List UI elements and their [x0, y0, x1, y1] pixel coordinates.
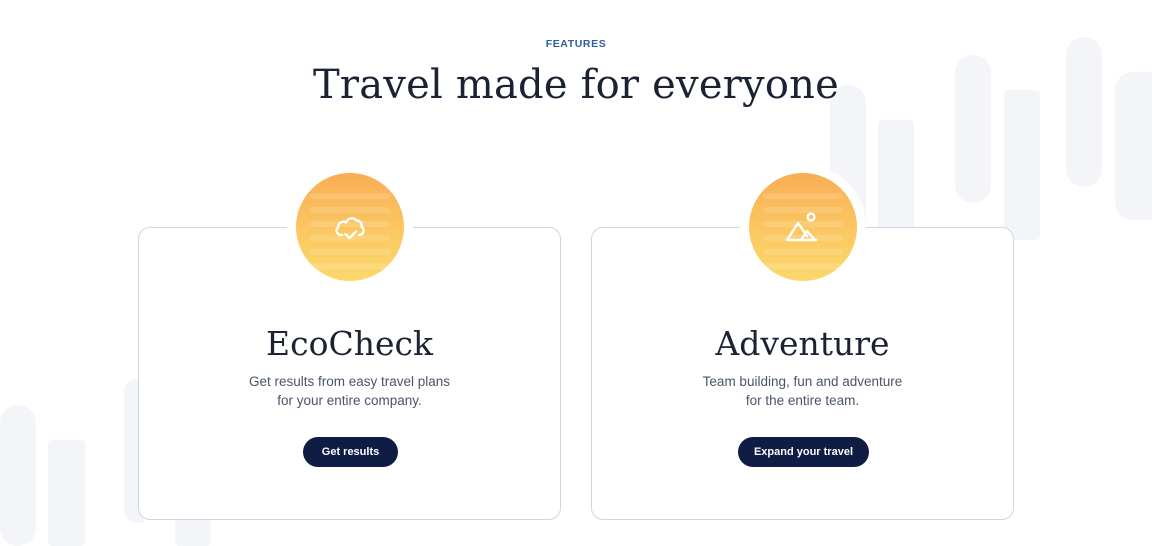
- decor-bar: [1066, 37, 1102, 187]
- decor-bar: [1004, 90, 1040, 240]
- mountain-sun-icon: [785, 212, 818, 242]
- cloud-check-icon: [335, 217, 365, 240]
- card-description-line: Team building, fun and adventure: [702, 374, 903, 389]
- decor-bar: [48, 440, 85, 546]
- card-description: Team building, fun and adventure for the…: [592, 372, 1013, 410]
- ecocheck-badge: [296, 173, 404, 281]
- section-title: Travel made for everyone: [313, 62, 839, 108]
- adventure-badge: [749, 173, 857, 281]
- card-description: Get results from easy travel plans for y…: [139, 372, 560, 410]
- card-title: EcoCheck: [266, 324, 433, 363]
- section-eyebrow: FEATURES: [545, 38, 607, 50]
- card-description-line: for your entire company.: [277, 393, 422, 408]
- card-title: Adventure: [715, 324, 890, 363]
- card-description-line: Get results from easy travel plans: [248, 374, 451, 389]
- card-description-line: for the entire team.: [745, 393, 860, 408]
- decor-bar: [878, 120, 914, 235]
- get-results-button[interactable]: Get results: [303, 437, 398, 467]
- decor-bar: [0, 405, 36, 546]
- expand-your-travel-button[interactable]: Expand your travel: [738, 437, 869, 467]
- decor-bar: [175, 520, 211, 546]
